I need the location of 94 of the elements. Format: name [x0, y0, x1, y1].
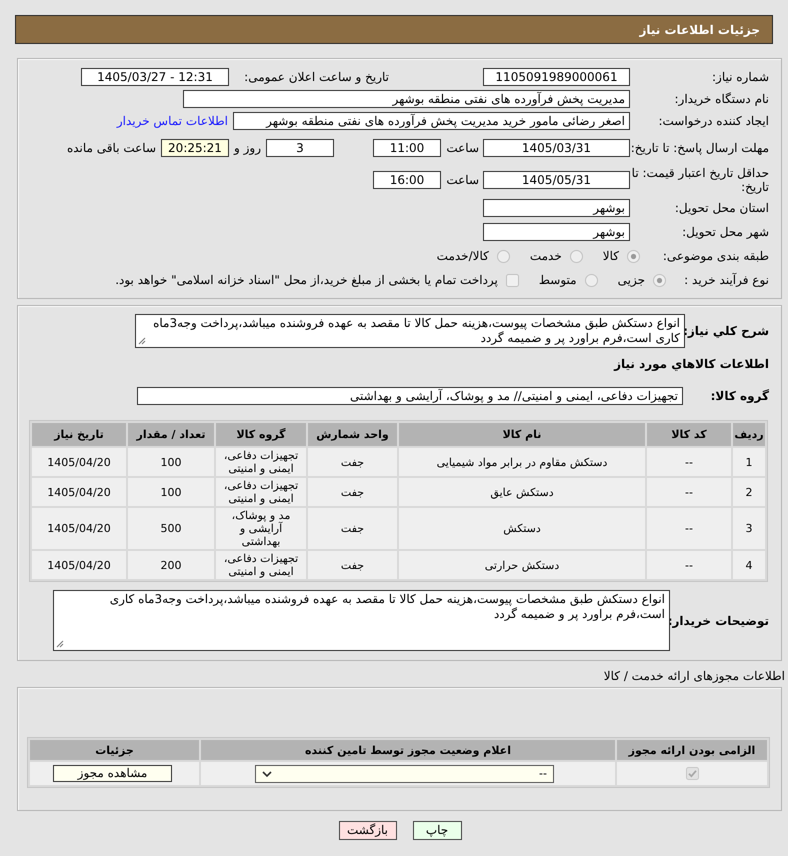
field-label: مهلت ارسال پاسخ: تا تاریخ:	[630, 141, 769, 155]
field-label: ایجاد کننده درخواست:	[657, 114, 769, 128]
checkbox-label: پرداخت تمام یا بخشی از مبلغ خرید،از محل "اسناد خزانه اسلامی" خواهد بود.	[115, 273, 498, 287]
table-cell: تجهیزات دفاعی، ایمنی و امنیتی	[216, 478, 306, 506]
checkbox[interactable]	[686, 767, 698, 780]
description-field[interactable]: انواع دستکش طبق مشخصات پیوست،هزینه حمل کالا تا مقصد به عهده فروشنده میباشد،پرداخت وجه3ماه کاری است،فرم براورد پر و ضمیمه گردد	[135, 314, 685, 348]
table-cell: 200	[128, 551, 214, 579]
column-header: تعداد / مقدار	[128, 423, 214, 446]
field-label: روز و	[234, 141, 261, 155]
goods-group-field: تجهیزات دفاعی، ایمنی و امنیتی// مد و پوشاک، آرایشی و بهداشتی	[137, 387, 683, 405]
table-cell: 1405/04/20	[32, 551, 126, 579]
table-cell: --	[647, 478, 731, 506]
radio-button[interactable]	[653, 274, 666, 286]
chevron-down-icon	[262, 770, 272, 776]
column-header: نام کالا	[399, 423, 645, 446]
table-cell: 1405/04/20	[32, 478, 126, 506]
table-cell: 2	[733, 478, 765, 506]
table-cell: جفت	[308, 478, 397, 506]
back-button[interactable]: بازگشت	[338, 821, 396, 840]
view-permit-button[interactable]: مشاهده مجوز	[53, 765, 172, 782]
table-cell: مد و پوشاک، آرایشی و بهداشتی	[216, 508, 306, 549]
field-label: شهر محل تحویل:	[681, 225, 769, 239]
field-label: استان محل تحویل:	[674, 201, 769, 215]
field-label: ساعت	[445, 141, 479, 155]
buyer-contact-link[interactable]: اطلاعات تماس خریدار	[116, 114, 228, 128]
radio-button[interactable]	[570, 250, 583, 262]
table-cell: 100	[128, 448, 214, 476]
column-header: جزئیات	[30, 740, 199, 760]
resize-grip-icon[interactable]	[56, 640, 64, 648]
table-cell: 3	[733, 508, 765, 549]
field-label: تاریخ و ساعت اعلان عمومی:	[243, 70, 389, 84]
table-cell: 1405/04/20	[32, 448, 126, 476]
radio-button[interactable]	[627, 250, 640, 262]
province-field: بوشهر	[483, 199, 630, 217]
column-header: تاریخ نیاز	[32, 423, 126, 446]
section-title: اطلاعات مجوزهای ارائه خدمت / کالا	[602, 669, 785, 683]
field-label: نام دستگاه خریدار:	[674, 92, 769, 106]
table-cell: 500	[128, 508, 214, 549]
section-title: اطلاعات کالاهاي مورد نياز	[612, 356, 769, 372]
option-label: خدمت	[530, 249, 562, 263]
table-cell: --	[647, 551, 731, 579]
table-cell: 100	[128, 478, 214, 506]
table-cell: جفت	[308, 551, 397, 579]
city-field: بوشهر	[483, 223, 630, 241]
column-header: الزامی بودن ارائه مجوز	[617, 740, 767, 760]
field-label: شماره نیاز:	[711, 70, 769, 84]
buyer-notes-field[interactable]: انواع دستکش طبق مشخصات پیوست،هزینه حمل کالا تا مقصد به عهده فروشنده میباشد،پرداخت وجه3ماه کاری است،فرم براورد پر و ضمیمه گردد	[53, 590, 670, 651]
option-label: کالا/خدمت	[436, 249, 489, 263]
column-header: واحد شمارش	[308, 423, 397, 446]
field-label: ساعت باقی مانده	[66, 141, 156, 155]
validity-date-field: 1405/05/31	[483, 171, 630, 189]
announcement-date-field: 1405/03/27 - 12:31	[81, 68, 229, 86]
requester-field: اصغر رضائی مامور خرید مدیریت پخش فرآورده های نفتی منطقه بوشهر	[233, 112, 630, 130]
need-number-field: 1105091989000061	[483, 68, 630, 86]
table-cell: دستکش حرارتی	[399, 551, 645, 579]
option-label: کالا	[602, 249, 619, 263]
field-label: توضیحات خریدار:	[670, 614, 769, 628]
field-label: طبقه بندی موضوعی:	[662, 249, 769, 263]
table-cell: 4	[733, 551, 765, 579]
table-cell: جفت	[308, 448, 397, 476]
deadline-date-field: 1405/03/31	[483, 139, 630, 157]
field-label: نوع فرآیند خرید :	[683, 273, 769, 287]
column-header: گروه کالا	[216, 423, 306, 446]
print-button[interactable]: چاپ	[412, 821, 462, 840]
field-label: گروه کالا:	[710, 389, 769, 403]
table-cell: --	[647, 448, 731, 476]
table-cell: دستکش عایق	[399, 478, 645, 506]
table-cell: 1405/04/20	[32, 508, 126, 549]
deadline-time-field: 11:00	[373, 139, 441, 157]
resize-grip-icon[interactable]	[138, 337, 146, 345]
buyer-organization-field: مدیریت پخش فرآورده های نفتی منطقه بوشهر	[183, 90, 630, 108]
option-label: متوسط	[538, 273, 577, 287]
remaining-time-field: 20:25:21	[161, 139, 229, 157]
column-header: اعلام وضعیت مجوز توسط تامین کننده	[201, 740, 615, 760]
validity-time-field: 16:00	[373, 171, 441, 189]
page-title: جزئیات اطلاعات نیاز	[15, 15, 773, 44]
column-header: ردیف	[733, 423, 765, 446]
table-cell: تجهیزات دفاعی، ایمنی و امنیتی	[216, 448, 306, 476]
days-field: 3	[266, 139, 334, 157]
table-cell: 1	[733, 448, 765, 476]
table-cell: دستکش	[399, 508, 645, 549]
permit-status-select[interactable]: --	[255, 764, 554, 782]
table-cell: --	[647, 508, 731, 549]
radio-button[interactable]	[584, 274, 598, 286]
field-label: حداقل تاریخ اعتبار قیمت: تا تاریخ:	[630, 166, 769, 194]
column-header: کد کالا	[647, 423, 731, 446]
table-cell: جفت	[308, 508, 397, 549]
table-cell: تجهیزات دفاعی، ایمنی و امنیتی	[216, 551, 306, 579]
option-label: جزیی	[618, 273, 645, 287]
field-label: شرح کلي نياز:	[685, 324, 769, 338]
field-label: ساعت	[445, 173, 479, 187]
checkbox[interactable]	[506, 274, 519, 286]
table-cell: دستکش مقاوم در برابر مواد شیمیایی	[399, 448, 645, 476]
radio-button[interactable]	[496, 250, 510, 262]
